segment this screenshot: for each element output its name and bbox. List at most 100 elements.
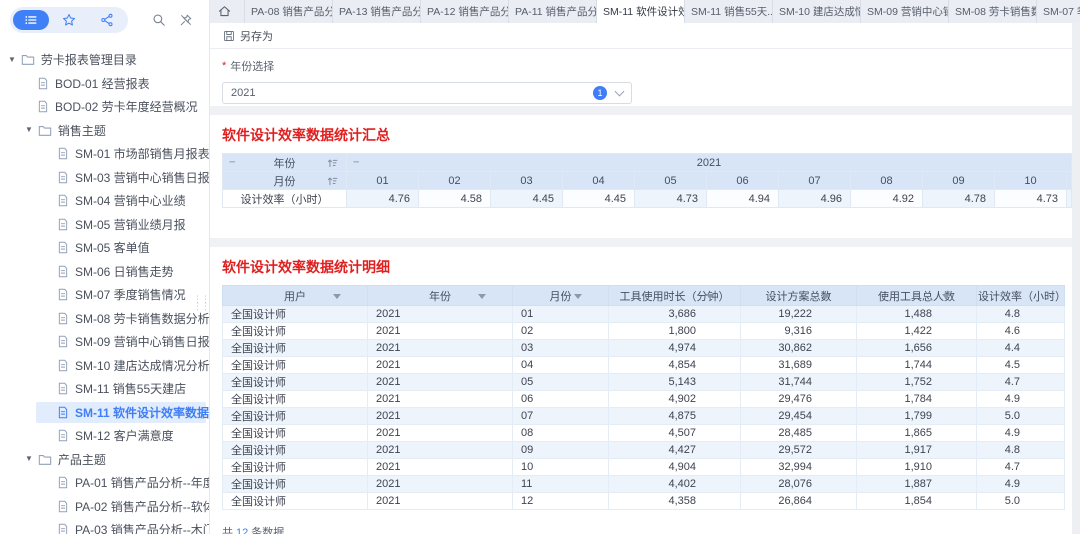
text-cell: 全国设计师 [223,391,368,408]
tab[interactable]: SM-11 软件设计效... [597,0,685,23]
tab[interactable]: PA-11 销售产品分... [509,0,597,23]
column-header-sortable[interactable]: 用户 [223,286,368,306]
efficiency-value-cell: 4.73 [635,190,707,208]
tab[interactable]: PA-08 销售产品分... [245,0,333,23]
caret-down-icon[interactable]: ▼ [25,455,33,463]
tab[interactable]: SM-08 劳卡销售数... [949,0,1037,23]
number-cell: 5.0 [977,408,1065,425]
efficiency-value-cell: 4.94 [707,190,779,208]
summary-month-header-cell[interactable]: 月份 [223,172,347,190]
tree-file-row[interactable]: SM-09 营销中心销售日报 [0,330,209,354]
tab[interactable]: SM-10 建店达成情... [773,0,861,23]
number-cell: 4.7 [977,374,1065,391]
tab[interactable]: PA-13 销售产品分... [333,0,421,23]
number-cell: 1,887 [857,476,977,493]
share-view-button[interactable] [89,10,125,30]
tree-folder-row[interactable]: ▼产品主题 [0,448,209,472]
month-header-cell: 05 [635,172,707,190]
tree-file-row[interactable]: SM-05 营销业绩月报 [0,213,209,237]
year-select[interactable]: 2021 1 [222,82,632,104]
column-header-sortable[interactable]: 月份 [513,286,609,306]
filter-dropdown-icon[interactable] [478,294,486,299]
text-cell: 2021 [368,391,513,408]
caret-down-icon[interactable]: ▼ [25,126,33,134]
tree-file-row[interactable]: SM-03 营销中心销售日报 [0,166,209,190]
tab[interactable]: PA-12 销售产品分... [421,0,509,23]
number-cell: 4,358 [609,493,741,510]
tree-folder-row[interactable]: ▼销售主题 [0,119,209,143]
sort-icon[interactable] [327,158,338,168]
file-icon [57,523,69,534]
filter-dropdown-icon[interactable] [706,294,714,299]
text-cell: 2021 [368,357,513,374]
column-header-sortable[interactable]: 工具使用时长（分钟） [609,286,741,306]
tree-item-label: SM-01 市场部销售月报表 [75,145,209,162]
clipped-column-cell [1067,190,1072,208]
text-cell: 2021 [368,476,513,493]
tab-label: SM-07 季度销售... [1043,4,1080,19]
home-icon [218,5,231,18]
sort-icon[interactable] [327,176,338,186]
summary-year-header-cell[interactable]: −年份 [223,154,347,172]
tree-file-row[interactable]: SM-04 营销中心业绩 [0,189,209,213]
tree-item-label: SM-10 建店达成情况分析 [75,357,209,374]
save-as-button[interactable]: 另存为 [223,28,273,44]
text-cell: 全国设计师 [223,357,368,374]
tree-file-row[interactable]: BOD-02 劳卡年度经营概况 [0,95,209,119]
tree-file-row[interactable]: SM-10 建店达成情况分析 [0,354,209,378]
text-cell: 全国设计师 [223,493,368,510]
tree-file-row[interactable]: SM-12 客户满意度 [0,424,209,448]
tree-file-row[interactable]: BOD-01 经营报表 [0,72,209,96]
tree-item-label: SM-04 营销中心业绩 [75,192,186,209]
tree-file-row[interactable]: SM-05 客单值 [0,236,209,260]
sidebar-resize-handle[interactable]: ⋮⋮⋮⋮ [193,296,209,310]
tree-folder-row[interactable]: ▼ 劳卡报表管理目录 [0,48,209,72]
file-icon [57,147,69,160]
number-cell: 5.0 [977,493,1065,510]
tree-file-row[interactable]: SM-01 市场部销售月报表 [0,142,209,166]
collapse-button[interactable]: − [353,157,359,168]
tab-home[interactable] [210,0,245,23]
vertical-scrollbar[interactable] [1072,23,1080,534]
tree-file-row[interactable]: PA-02 销售产品分析--软体 [0,495,209,519]
tree-item-label: PA-01 销售产品分析--年度走势 [75,474,209,491]
tree-file-row[interactable]: SM-06 日销售走势 [0,260,209,284]
tree-file-row[interactable]: SM-08 劳卡销售数据分析 [0,307,209,331]
tab[interactable]: SM-07 季度销售... [1037,0,1080,23]
text-cell: 2021 [368,374,513,391]
caret-down-icon[interactable]: ▼ [8,56,16,64]
search-icon[interactable] [152,13,166,27]
text-cell: 02 [513,323,609,340]
tab[interactable]: SM-09 营销中心销... [861,0,949,23]
tree-file-row[interactable]: PA-01 销售产品分析--年度走势 [0,471,209,495]
number-cell: 9,316 [741,323,857,340]
tree-file-row[interactable]: SM-11 软件设计效率数据统计 [0,401,209,425]
tree-file-row[interactable]: SM-11 销售55天建店 [0,377,209,401]
month-header-cell: 10 [995,172,1067,190]
report-toolbar: 另存为 [210,23,1080,49]
filter-dropdown-icon[interactable] [822,294,830,299]
filter-dropdown-icon[interactable] [333,294,341,299]
folder-icon [38,453,52,466]
tree-item-label: 劳卡报表管理目录 [41,51,137,68]
file-icon [57,476,69,489]
tree-file-row[interactable]: SM-07 季度销售情况 [0,283,209,307]
filter-dropdown-icon[interactable] [942,294,950,299]
column-header-static[interactable]: 设计效率（小时） [977,286,1065,306]
number-cell: 1,784 [857,391,977,408]
list-view-button[interactable] [13,10,49,30]
number-cell: 28,485 [741,425,857,442]
text-cell: 全国设计师 [223,340,368,357]
tab[interactable]: SM-11 销售55天... [685,0,773,23]
column-header-sortable[interactable]: 设计方案总数 [741,286,857,306]
favorites-button[interactable] [51,10,87,30]
table-row: 全国设计师2021094,42729,5721,9174.8 [223,442,1065,459]
column-header-sortable[interactable]: 年份 [368,286,513,306]
filter-dropdown-icon[interactable] [574,294,582,299]
tree-item-label: SM-11 销售55天建店 [75,380,186,397]
number-cell: 4,402 [609,476,741,493]
column-header-sortable[interactable]: 使用工具总人数 [857,286,977,306]
tree-file-row[interactable]: PA-03 销售产品分析--木门销售 [0,518,209,534]
pin-icon[interactable] [179,13,193,27]
collapse-button[interactable]: − [229,157,235,168]
